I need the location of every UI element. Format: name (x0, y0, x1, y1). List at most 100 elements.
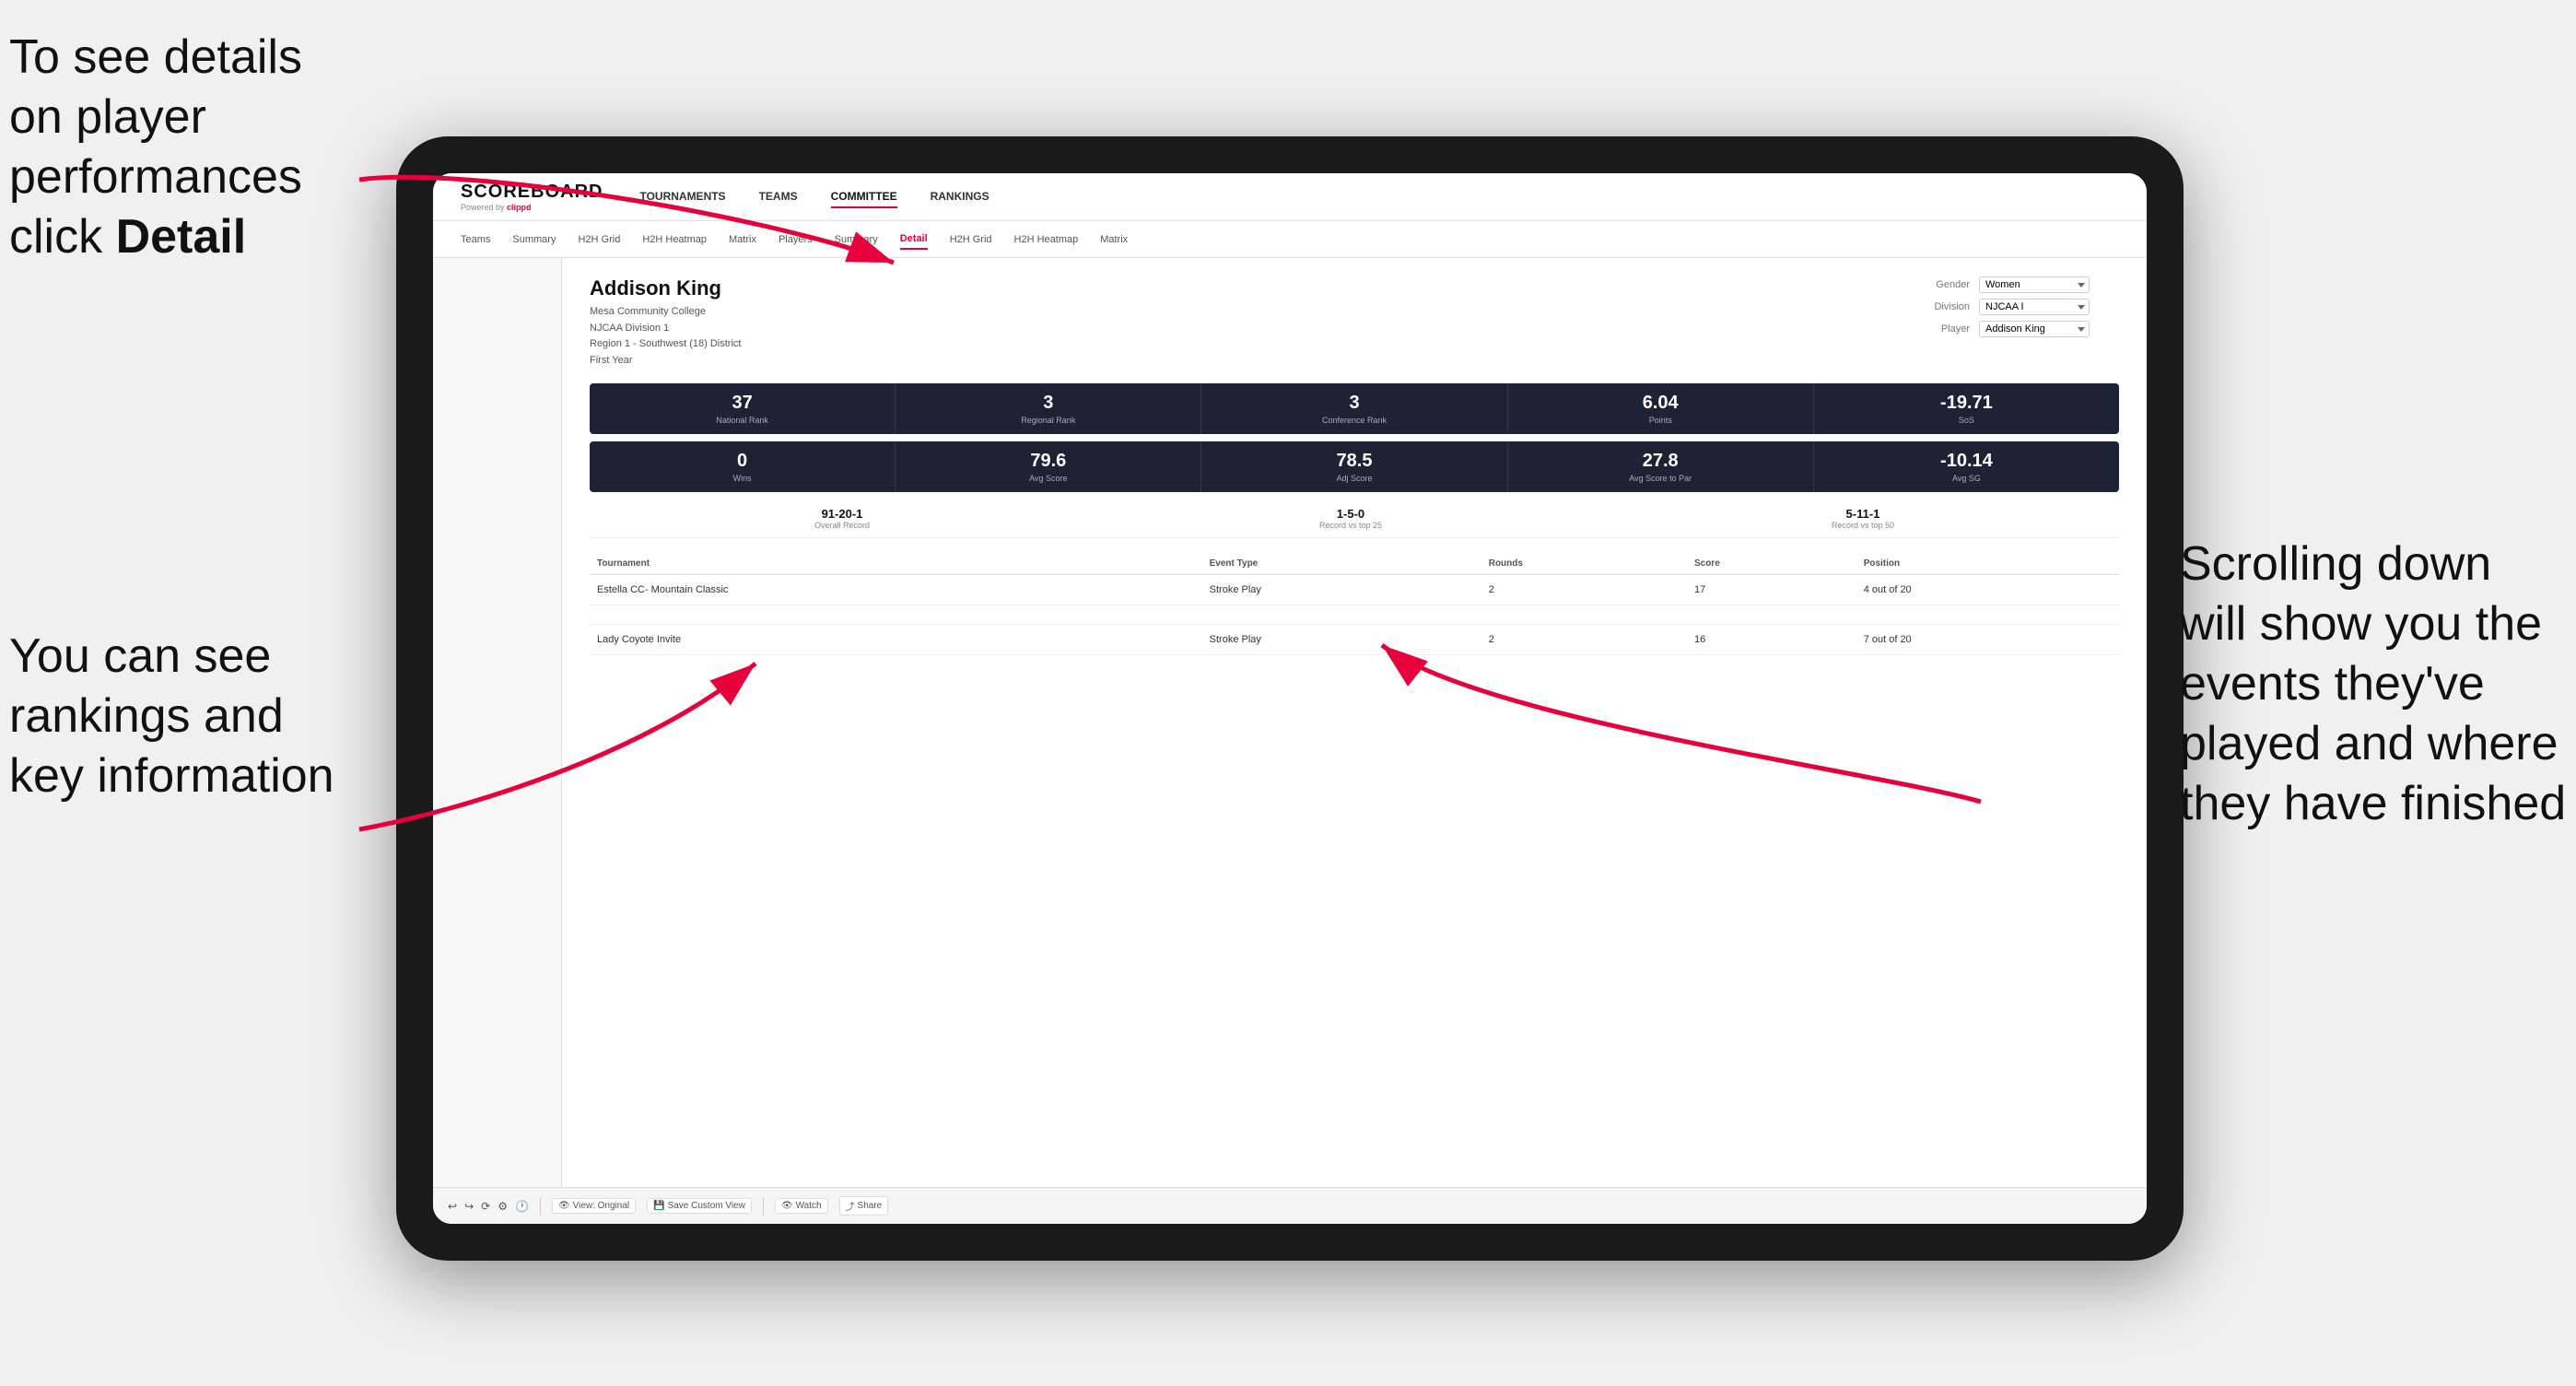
cell-tournament-2 (590, 605, 1202, 625)
subnav-teams[interactable]: Teams (461, 230, 490, 249)
player-label-ctrl: Player (1916, 323, 1970, 335)
player-select[interactable]: Addison King (1979, 321, 2090, 337)
cell-position-3: 7 out of 20 (1856, 625, 2119, 655)
col-tournament: Tournament (590, 553, 1202, 575)
subnav-players[interactable]: Players (779, 230, 813, 249)
division-label: Division (1916, 301, 1970, 312)
view-original-button[interactable]: 👁 View: Original (552, 1198, 636, 1214)
cell-position-2 (1856, 605, 2119, 625)
tablet-frame: SCOREBOARD Powered by clippd TOURNAMENTS… (396, 136, 2184, 1261)
table-row: Lady Coyote Invite Stroke Play 2 16 7 ou… (590, 625, 2119, 655)
tournament-table: Tournament Event Type Rounds Score Posit… (590, 553, 2119, 655)
division-select[interactable]: NJCAA I NJCAA II (1979, 299, 2090, 315)
content-panel: Addison King Mesa Community College NJCA… (562, 258, 2147, 1187)
save-icon: 💾 (653, 1201, 664, 1211)
share-button[interactable]: ⤴ Share (839, 1196, 889, 1216)
toolbar-sep1 (540, 1197, 541, 1216)
nav-committee[interactable]: COMMITTEE (831, 186, 897, 208)
left-sidebar (433, 258, 562, 1187)
record-top50-value: 5-11-1 (1832, 507, 1894, 521)
top-nav: SCOREBOARD Powered by clippd TOURNAMENTS… (433, 173, 2147, 221)
save-custom-view-button[interactable]: 💾 Save Custom View (647, 1198, 752, 1214)
subnav-h2hgrid2[interactable]: H2H Grid (950, 230, 992, 249)
gender-control: Gender Women Men (1916, 276, 2119, 293)
stat-avg-sg: -10.14 Avg SG (1814, 441, 2119, 492)
cell-score-2 (1687, 605, 1856, 625)
player-year: First Year (590, 353, 741, 370)
gender-label: Gender (1916, 279, 1970, 290)
stat-adj-score-label: Adj Score (1209, 474, 1499, 483)
subnav-h2hheatmap2[interactable]: H2H Heatmap (1014, 230, 1079, 249)
stat-adj-score-value: 78.5 (1209, 451, 1499, 472)
stats-row1: 37 National Rank 3 Regional Rank 3 Confe… (590, 383, 2119, 434)
stat-avg-score-par-label: Avg Score to Par (1516, 474, 1806, 483)
settings-icon[interactable]: ⚙ (498, 1200, 508, 1213)
stat-wins: 0 Wins (590, 441, 896, 492)
share-label: Share (858, 1201, 883, 1211)
record-overall-value: 91-20-1 (814, 507, 870, 521)
subnav-matrix2[interactable]: Matrix (1100, 230, 1128, 249)
cell-tournament-1: Estella CC- Mountain Classic (590, 575, 1202, 605)
logo-scoreboard: SCOREBOARD (461, 182, 603, 203)
subnav-summary2[interactable]: Summary (835, 230, 878, 249)
division-control: Division NJCAA I NJCAA II (1916, 299, 2119, 315)
player-college: Mesa Community College (590, 304, 741, 321)
col-rounds: Rounds (1481, 553, 1687, 575)
cell-score-3: 16 (1687, 625, 1856, 655)
cell-tournament-3: Lady Coyote Invite (590, 625, 1202, 655)
nav-teams[interactable]: TEAMS (759, 186, 798, 208)
stat-avg-sg-label: Avg SG (1821, 474, 2112, 483)
clock-icon[interactable]: 🕐 (515, 1200, 529, 1213)
cell-event-type-1: Stroke Play (1202, 575, 1481, 605)
record-top50: 5-11-1 Record vs top 50 (1832, 507, 1894, 530)
cell-rounds-3: 2 (1481, 625, 1687, 655)
stats-row2: 0 Wins 79.6 Avg Score 78.5 Adj Score 27.… (590, 441, 2119, 492)
subnav-summary[interactable]: Summary (512, 230, 556, 249)
stat-points-label: Points (1516, 416, 1806, 425)
stat-conference-rank: 3 Conference Rank (1201, 383, 1507, 434)
watch-button[interactable]: 👁 Watch (775, 1198, 828, 1214)
annotation-topleft: To see details on player performances cl… (9, 28, 359, 267)
view-icon: 👁 (558, 1201, 570, 1211)
stat-avg-score-par-value: 27.8 (1516, 451, 1806, 472)
redo-icon[interactable]: ↪ (464, 1200, 474, 1213)
stat-adj-score: 78.5 Adj Score (1201, 441, 1507, 492)
player-name: Addison King (590, 276, 741, 300)
record-top25-value: 1-5-0 (1319, 507, 1382, 521)
stat-wins-value: 0 (597, 451, 887, 472)
player-controls: Gender Women Men Division NJCAA I NJCAA … (1916, 276, 2119, 337)
stat-regional-rank-value: 3 (903, 393, 1193, 414)
undo-icon[interactable]: ↩ (448, 1200, 457, 1213)
sub-nav: Teams Summary H2H Grid H2H Heatmap Matri… (433, 221, 2147, 258)
subnav-detail[interactable]: Detail (900, 229, 928, 250)
stat-sos-label: SoS (1821, 416, 2112, 425)
stat-sos-value: -19.71 (1821, 393, 2112, 414)
toolbar-undo-group: ↩ ↪ ⟳ ⚙ 🕐 (448, 1200, 529, 1213)
stat-national-rank-label: National Rank (597, 416, 887, 425)
col-position: Position (1856, 553, 2119, 575)
save-label: Save Custom View (668, 1201, 745, 1211)
player-header: Addison King Mesa Community College NJCA… (590, 276, 2119, 369)
cell-event-type-3: Stroke Play (1202, 625, 1481, 655)
gender-select[interactable]: Women Men (1979, 276, 2090, 293)
subnav-matrix[interactable]: Matrix (729, 230, 756, 249)
subnav-h2hgrid[interactable]: H2H Grid (578, 230, 620, 249)
stat-avg-sg-value: -10.14 (1821, 451, 2112, 472)
refresh-icon[interactable]: ⟳ (481, 1200, 490, 1213)
subnav-h2hheatmap[interactable]: H2H Heatmap (642, 230, 707, 249)
player-control: Player Addison King (1916, 321, 2119, 337)
nav-tournaments[interactable]: TOURNAMENTS (639, 186, 725, 208)
stat-points: 6.04 Points (1508, 383, 1814, 434)
record-top50-label: Record vs top 50 (1832, 521, 1894, 530)
player-division: NJCAA Division 1 (590, 321, 741, 337)
stat-conference-rank-value: 3 (1209, 393, 1499, 414)
nav-rankings[interactable]: RANKINGS (931, 186, 989, 208)
stat-regional-rank-label: Regional Rank (903, 416, 1193, 425)
cell-rounds-1: 2 (1481, 575, 1687, 605)
annotation-bottomleft: You can see rankings and key information (9, 627, 359, 806)
col-score: Score (1687, 553, 1856, 575)
records-row: 91-20-1 Overall Record 1-5-0 Record vs t… (590, 499, 2119, 538)
watch-label: Watch (796, 1201, 822, 1211)
stat-avg-score-label: Avg Score (903, 474, 1193, 483)
record-top25: 1-5-0 Record vs top 25 (1319, 507, 1382, 530)
